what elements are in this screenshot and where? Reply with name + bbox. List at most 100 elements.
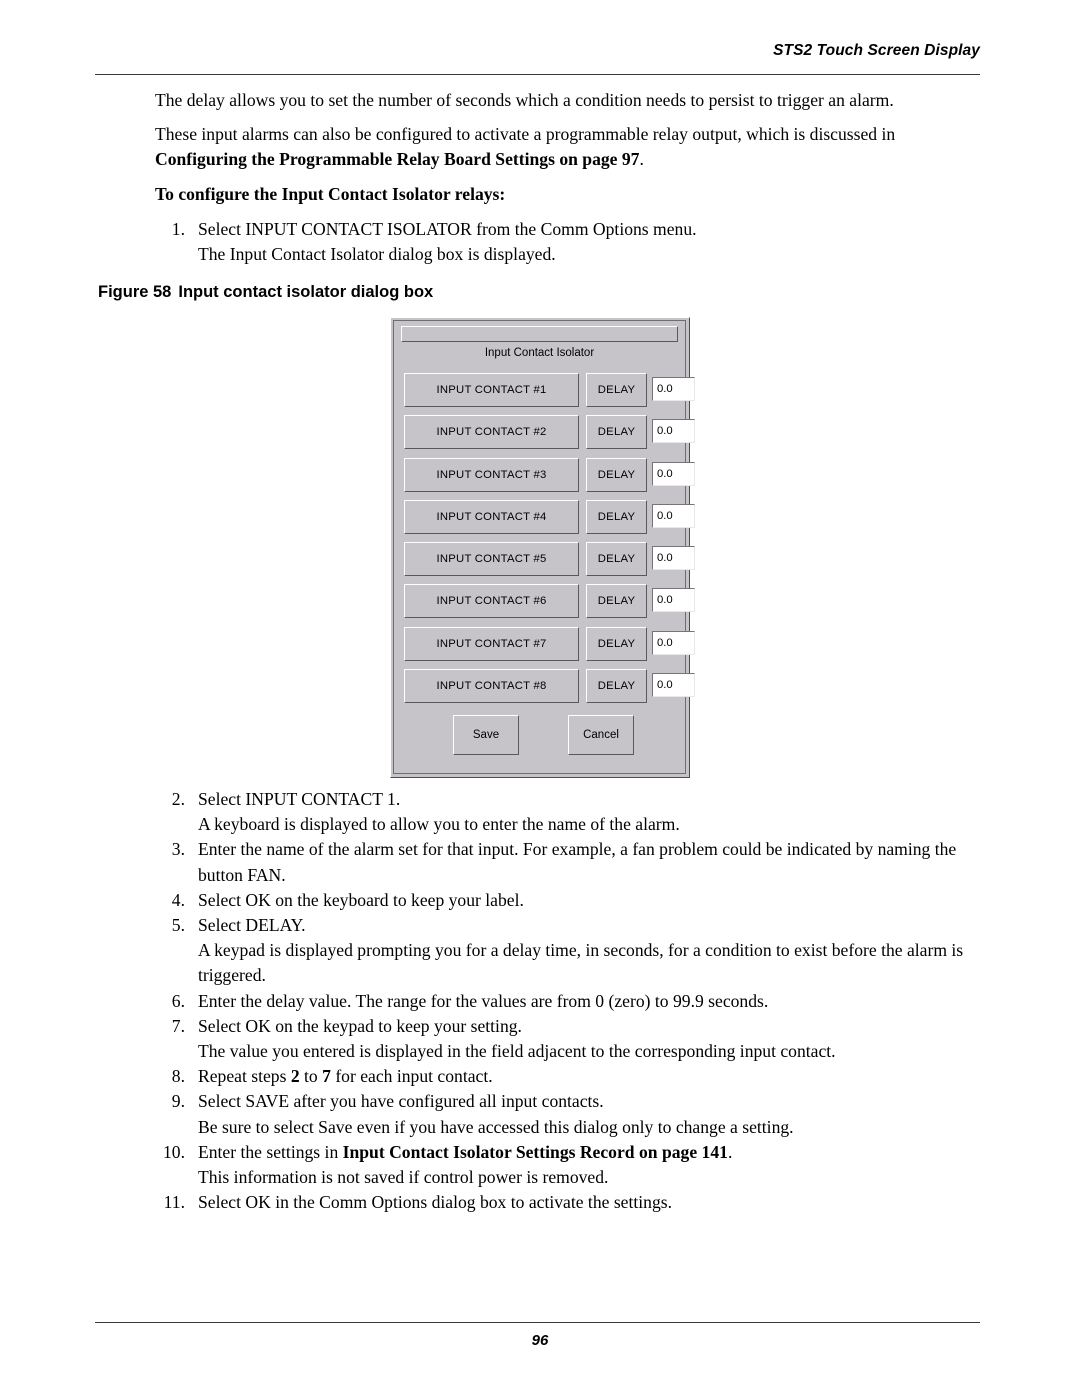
delay-3-button[interactable]: DELAY (586, 457, 647, 492)
list-item: 7. Select OK on the keypad to keep your … (155, 1014, 980, 1039)
input-contact-3-button[interactable]: INPUT CONTACT #3 (404, 457, 579, 492)
step10-prefix: Enter the settings in (198, 1141, 343, 1162)
section-heading: To configure the Input Contact Isolator … (155, 183, 506, 204)
dialog-frame-middle: Input Contact Isolator INPUT CONTACT #1 … (393, 320, 695, 774)
input-contact-2-button[interactable]: INPUT CONTACT #2 (404, 415, 579, 450)
step10-cross-reference: Input Contact Isolator Settings Record o… (342, 1141, 728, 1162)
list-item: 10. Enter the settings in Input Contact … (155, 1140, 980, 1165)
list-item: 9. Select SAVE after you have configured… (155, 1089, 980, 1114)
step-text: Select OK in the Comm Options dialog box… (198, 1192, 672, 1213)
document-body-continued: 2. Select INPUT CONTACT 1. A keyboard is… (155, 787, 980, 1215)
input-contact-8-button[interactable]: INPUT CONTACT #8 (404, 669, 579, 704)
list-item: 6. Enter the delay value. The range for … (155, 989, 980, 1014)
intro-paragraph-relay: These input alarms can also be configure… (155, 122, 980, 172)
contact-rows-container: INPUT CONTACT #1 DELAY 0.0 INPUT CONTACT… (404, 373, 695, 711)
dialog-title-bar (401, 326, 678, 342)
document-body: The delay allows you to set the number o… (155, 88, 980, 267)
list-item: 5. Select DELAY. (155, 913, 980, 938)
table-row: INPUT CONTACT #7 DELAY 0.0 (404, 626, 695, 661)
dialog-title-label: Input Contact Isolator (484, 347, 595, 359)
step-number: 11. (163, 1192, 185, 1213)
delay-5-button[interactable]: DELAY (586, 542, 647, 577)
step8-ref-end: 7 (322, 1066, 331, 1087)
step-text: Select INPUT CONTACT ISOLATOR from the C… (198, 218, 697, 239)
dialog-frame-inner: Input Contact Isolator INPUT CONTACT #1 … (396, 323, 695, 771)
step-text: Select DELAY. (198, 915, 306, 936)
step-text: Enter the name of the alarm set for that… (198, 839, 957, 885)
step10-result-text: This information is not saved if control… (198, 1167, 609, 1188)
figure-number: Figure 58 (98, 283, 172, 301)
step5-result-text: A keypad is displayed prompting you for … (198, 940, 964, 986)
table-row: INPUT CONTACT #5 DELAY 0.0 (404, 542, 695, 577)
cancel-button[interactable]: Cancel (568, 715, 634, 755)
list-item: 4. Select OK on the keyboard to keep you… (155, 888, 980, 913)
delay-2-button[interactable]: DELAY (586, 415, 647, 450)
step7-result-text: The value you entered is displayed in th… (198, 1041, 836, 1062)
input-contact-7-button[interactable]: INPUT CONTACT #7 (404, 626, 579, 661)
delay-6-value-field[interactable]: 0.0 (652, 588, 695, 613)
input-contact-isolator-dialog: Input Contact Isolator INPUT CONTACT #1 … (390, 317, 695, 778)
step-number: 9. (171, 1091, 185, 1112)
step-number: 2. (171, 789, 185, 809)
step-text: Select SAVE after you have configured al… (198, 1091, 604, 1112)
step-text: Enter the delay value. The range for the… (198, 990, 769, 1011)
delay-8-value-field[interactable]: 0.0 (652, 673, 695, 698)
figure-caption-text: Input contact isolator dialog box (178, 283, 434, 301)
delay-3-value-field[interactable]: 0.0 (652, 461, 695, 486)
step-number: 10. (163, 1141, 185, 1162)
step-number: 7. (171, 1015, 185, 1036)
list-item: 3. Enter the name of the alarm set for t… (155, 837, 980, 887)
delay-4-value-field[interactable]: 0.0 (652, 503, 695, 528)
delay-4-button[interactable]: DELAY (586, 499, 647, 534)
step-number: 1. (171, 218, 185, 239)
table-row: INPUT CONTACT #6 DELAY 0.0 (404, 584, 695, 619)
step9-result-text: Be sure to select Save even if you have … (198, 1116, 794, 1137)
footer-divider (95, 1322, 980, 1323)
procedure-step-list-part4: 6. Enter the delay value. The range for … (155, 989, 980, 1039)
delay-5-value-field[interactable]: 0.0 (652, 546, 695, 571)
step8-suffix: for each input contact. (330, 1066, 493, 1087)
input-contact-1-button[interactable]: INPUT CONTACT #1 (404, 373, 579, 407)
step10-suffix: . (727, 1141, 733, 1162)
list-item: 1. Select INPUT CONTACT ISOLATOR from th… (155, 217, 980, 242)
step8-prefix: Repeat steps (198, 1066, 291, 1087)
step-text: Enter the settings in Input Contact Isol… (198, 1142, 732, 1162)
dialog-action-row: Save Cancel (396, 715, 683, 755)
table-row: INPUT CONTACT #2 DELAY 0.0 (404, 415, 695, 450)
page-header: STS2 Touch Screen Display (95, 42, 980, 76)
step-text: Select OK on the keyboard to keep your l… (198, 889, 524, 910)
table-row: INPUT CONTACT #1 DELAY 0.0 (404, 373, 695, 407)
save-button[interactable]: Save (453, 715, 519, 755)
page-number: 96 (531, 1332, 549, 1349)
delay-1-value-field[interactable]: 0.0 (652, 377, 695, 401)
procedure-step-list-part3: 3. Enter the name of the alarm set for t… (155, 837, 980, 938)
document-page: STS2 Touch Screen Display The delay allo… (0, 0, 1080, 1397)
step8-ref-start: 2 (290, 1066, 300, 1087)
procedure-step-list-part7: 11. Select OK in the Comm Options dialog… (155, 1190, 980, 1215)
step2-result-text: A keyboard is displayed to allow you to … (198, 814, 680, 835)
delay-7-value-field[interactable]: 0.0 (652, 630, 695, 655)
figure-caption: Figure 58 Input contact isolator dialog b… (98, 283, 433, 302)
delay-6-button[interactable]: DELAY (586, 584, 647, 619)
step-text: Repeat steps 2 to 7 for each input conta… (198, 1066, 493, 1086)
delay-8-button[interactable]: DELAY (586, 669, 647, 704)
relay-cross-reference: Configuring the Programmable Relay Board… (155, 149, 640, 170)
delay-2-value-field[interactable]: 0.0 (652, 419, 695, 444)
list-item: 2. Select INPUT CONTACT 1. (155, 787, 980, 812)
table-row: INPUT CONTACT #4 DELAY 0.0 (404, 499, 695, 534)
list-item: 11. Select OK in the Comm Options dialog… (155, 1190, 980, 1215)
input-contact-6-button[interactable]: INPUT CONTACT #6 (404, 584, 579, 619)
delay-1-button[interactable]: DELAY (586, 373, 647, 407)
step-number: 4. (171, 889, 185, 910)
procedure-step-list-part5: 8. Repeat steps 2 to 7 for each input co… (155, 1064, 980, 1114)
input-contact-4-button[interactable]: INPUT CONTACT #4 (404, 499, 579, 534)
intro-paragraph-delay: The delay allows you to set the number o… (155, 90, 894, 110)
step-number: 5. (171, 915, 185, 936)
step1-result-text: The Input Contact Isolator dialog box is… (198, 244, 556, 265)
relay-text-suffix: . (639, 149, 644, 170)
input-contact-5-button[interactable]: INPUT CONTACT #5 (404, 542, 579, 577)
delay-7-button[interactable]: DELAY (586, 626, 647, 661)
step-text: Select OK on the keypad to keep your set… (198, 1015, 522, 1036)
step-text: Select INPUT CONTACT 1. (198, 789, 401, 809)
list-item: 8. Repeat steps 2 to 7 for each input co… (155, 1064, 980, 1089)
